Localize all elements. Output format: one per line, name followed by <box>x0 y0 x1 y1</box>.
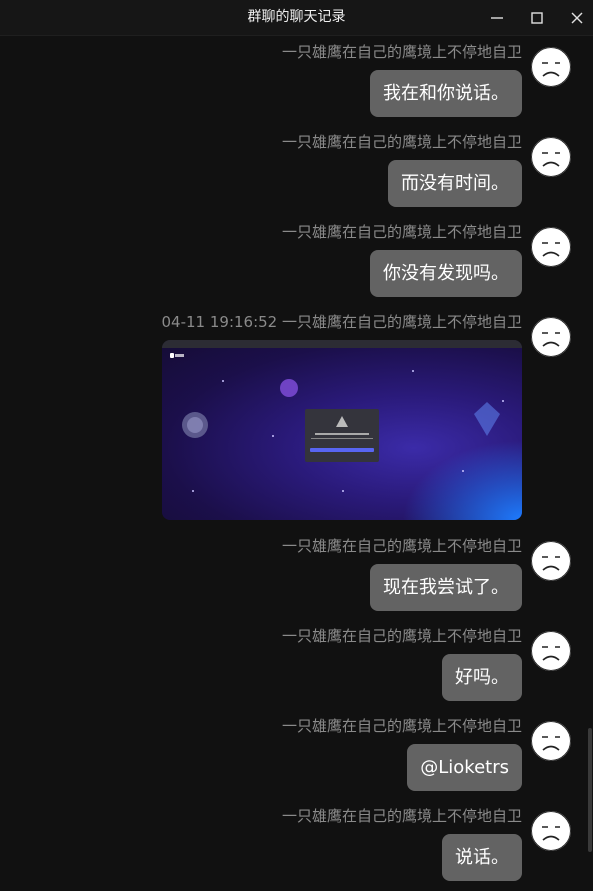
floating-creature-icon <box>280 379 298 397</box>
close-button[interactable] <box>557 0 593 35</box>
sender-name: 一只雄鹰在自己的鹰境上不停地自卫 <box>281 627 522 645</box>
chat-history[interactable]: 一只雄鹰在自己的鹰境上不停地自卫 我在和你说话。 一只雄鹰在自己的鹰境上不停地自… <box>0 36 593 891</box>
frown-face-icon <box>531 317 571 357</box>
dialog-text-line <box>311 438 373 439</box>
star <box>502 400 504 402</box>
background-glow <box>402 440 522 520</box>
sender-name: 一只雄鹰在自己的鹰境上不停地自卫 <box>281 717 522 735</box>
sender-name: 一只雄鹰在自己的鹰境上不停地自卫 <box>281 223 522 241</box>
avatar[interactable] <box>531 227 571 267</box>
frown-face-icon <box>531 47 571 87</box>
star <box>222 380 224 382</box>
browser-toolbar <box>162 340 522 348</box>
minimize-icon <box>491 16 503 19</box>
maximize-icon <box>531 11 543 24</box>
avatar[interactable] <box>531 47 571 87</box>
avatar[interactable] <box>531 721 571 761</box>
qr-code-icon <box>336 416 348 427</box>
dialog-button <box>310 448 374 452</box>
message-bubble[interactable]: 说话。 <box>442 834 522 881</box>
message-bubble[interactable]: 好吗。 <box>442 654 522 701</box>
sender-name: 一只雄鹰在自己的鹰境上不停地自卫 <box>281 133 522 151</box>
title-bar: 群聊的聊天记录 <box>0 0 593 36</box>
frown-face-icon <box>531 137 571 177</box>
avatar[interactable] <box>531 811 571 851</box>
message-bubble[interactable]: 现在我尝试了。 <box>370 564 522 611</box>
star <box>272 435 274 437</box>
frown-face-icon <box>531 721 571 761</box>
frown-face-icon <box>531 631 571 671</box>
message-bubble[interactable]: 你没有发现吗。 <box>370 250 522 297</box>
maximize-button[interactable] <box>517 0 557 35</box>
avatar[interactable] <box>531 631 571 671</box>
sender-name: 一只雄鹰在自己的鹰境上不停地自卫 <box>281 537 522 555</box>
login-dialog <box>305 409 379 462</box>
sender-name: 04-11 19:16:52 一只雄鹰在自己的鹰境上不停地自卫 <box>161 313 523 331</box>
discord-logo-icon <box>170 353 184 358</box>
star <box>342 490 344 492</box>
avatar[interactable] <box>531 137 571 177</box>
message-bubble[interactable]: 我在和你说话。 <box>370 70 522 117</box>
discord-login-screenshot[interactable] <box>162 340 522 520</box>
message-bubble[interactable]: 而没有时间。 <box>388 160 522 207</box>
avatar[interactable] <box>531 541 571 581</box>
sender-name: 一只雄鹰在自己的鹰境上不停地自卫 <box>281 43 522 61</box>
crystal-icon <box>474 402 500 436</box>
minimize-button[interactable] <box>477 0 517 35</box>
star <box>192 490 194 492</box>
star <box>412 370 414 372</box>
frown-face-icon <box>531 227 571 267</box>
dialog-heading-line <box>315 433 369 435</box>
scrollbar-thumb[interactable] <box>588 728 592 852</box>
message-bubble[interactable]: @Lioketrs <box>407 744 522 791</box>
star <box>462 470 464 472</box>
sender-name: 一只雄鹰在自己的鹰境上不停地自卫 <box>281 807 522 825</box>
frown-face-icon <box>531 541 571 581</box>
frown-face-icon <box>531 811 571 851</box>
planet-icon <box>182 412 208 438</box>
avatar[interactable] <box>531 317 571 357</box>
close-icon <box>571 12 583 23</box>
